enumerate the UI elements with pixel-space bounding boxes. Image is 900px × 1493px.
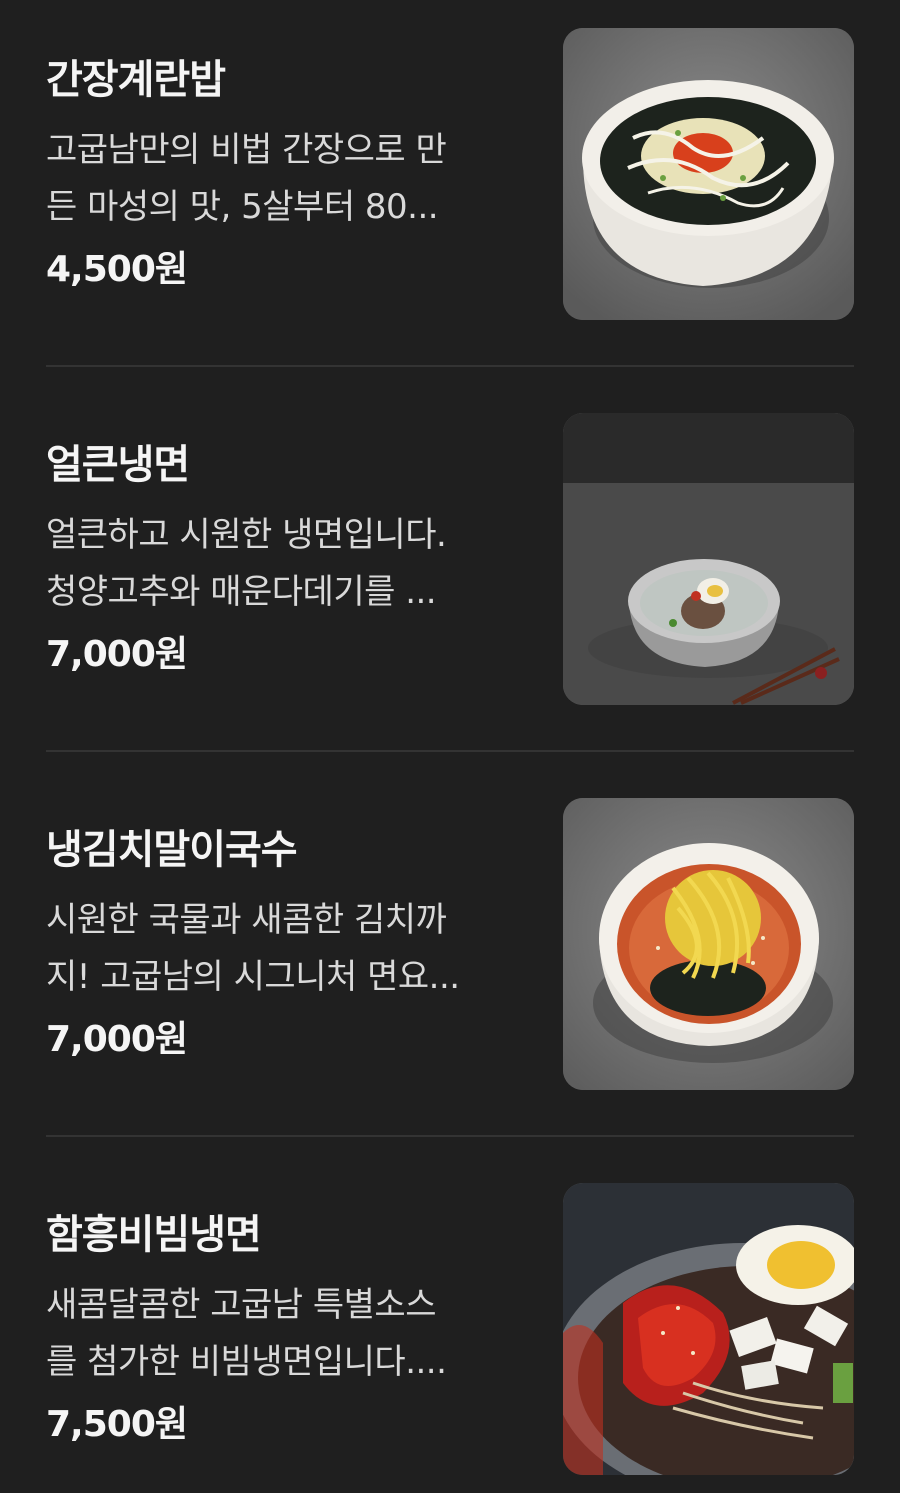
menu-item-name: 냉김치말이국수 (46, 827, 298, 873)
divider (46, 365, 854, 367)
divider (46, 1135, 854, 1137)
description-line: 청양고추와 매운다데기를 ... (46, 572, 437, 612)
divider (46, 750, 854, 752)
description-line: 시원한 국물과 새콤한 김치까 (46, 900, 447, 940)
menu-item-price: 7,500원 (46, 1404, 188, 1445)
menu-item-egg-rice[interactable]: 간장계란밥 고굽남만의 비법 간장으로 만 든 마성의 맛, 5살부터 80..… (46, 28, 854, 320)
menu-item-spicy-naengmyeon[interactable]: 얼큰냉면 얼큰하고 시원한 냉면입니다. 청양고추와 매운다데기를 ... 7,… (46, 413, 854, 705)
description-line: 얼큰하고 시원한 냉면입니다. (46, 515, 447, 555)
menu-item-name: 간장계란밥 (46, 57, 226, 103)
menu-item-description: 시원한 국물과 새콤한 김치까 지! 고굽남의 시그니처 면요... (46, 892, 516, 1006)
description-line: 고굽남만의 비법 간장으로 만 (46, 130, 447, 170)
description-line: 지! 고굽남의 시그니처 면요... (46, 957, 460, 997)
egg-rice-bowl-photo[interactable] (563, 28, 854, 320)
menu-item-price: 7,000원 (46, 634, 188, 675)
menu-item-description: 새콤달콤한 고굽남 특별소스 를 첨가한 비빔냉면입니다.... (46, 1277, 516, 1391)
description-line: 를 첨가한 비빔냉면입니다.... (46, 1342, 447, 1382)
menu-item-kimchi-noodle[interactable]: 냉김치말이국수 시원한 국물과 새콤한 김치까 지! 고굽남의 시그니처 면요.… (46, 798, 854, 1090)
menu-item-description: 얼큰하고 시원한 냉면입니다. 청양고추와 매운다데기를 ... (46, 507, 516, 621)
menu-item-description: 고굽남만의 비법 간장으로 만 든 마성의 맛, 5살부터 80... (46, 122, 516, 236)
description-line: 새콤달콤한 고굽남 특별소스 (46, 1285, 436, 1325)
spicy-naengmyeon-photo[interactable] (563, 413, 854, 705)
kimchi-noodle-photo[interactable] (563, 798, 854, 1090)
menu-item-price: 7,000원 (46, 1019, 188, 1060)
description-line: 든 마성의 맛, 5살부터 80... (46, 187, 439, 227)
menu-item-price: 4,500원 (46, 249, 188, 290)
menu-item-bibim-naengmyeon[interactable]: 함흥비빔냉면 새콤달콤한 고굽남 특별소스 를 첨가한 비빔냉면입니다.... … (46, 1183, 854, 1475)
menu-item-name: 얼큰냉면 (46, 442, 190, 488)
bibim-naengmyeon-photo[interactable] (563, 1183, 854, 1475)
menu-item-name: 함흥비빔냉면 (46, 1212, 262, 1258)
